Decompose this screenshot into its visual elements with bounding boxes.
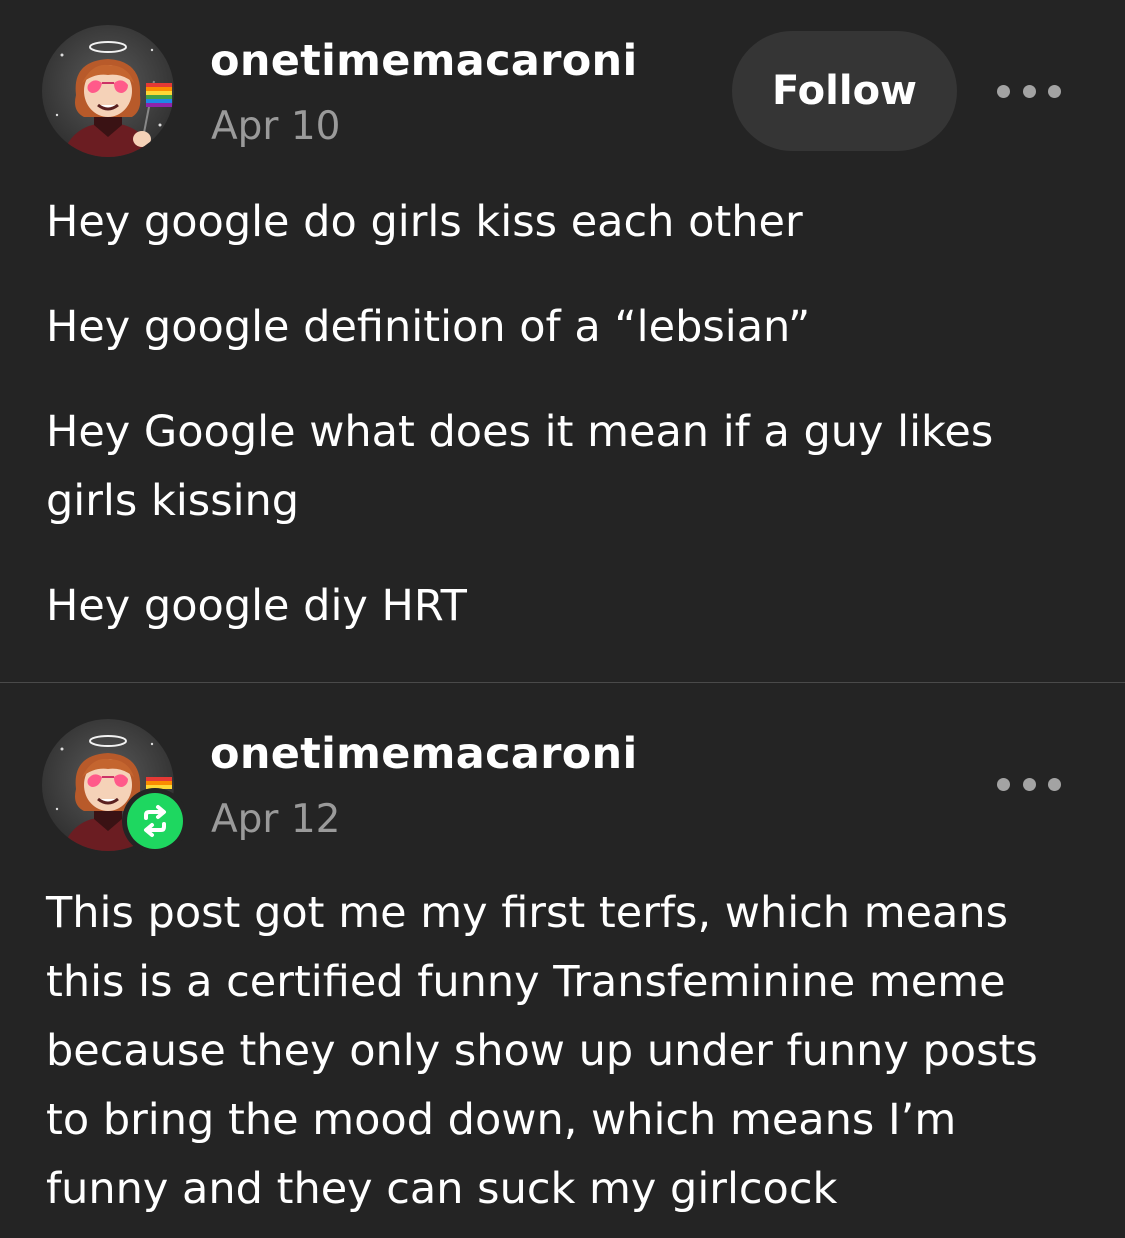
- username[interactable]: onetimemacaroni: [210, 36, 638, 86]
- more-options-icon[interactable]: [997, 79, 1061, 103]
- post-paragraph: Hey google diy HRT: [46, 581, 467, 631]
- more-options-icon[interactable]: [997, 772, 1061, 796]
- reblog-badge: [122, 788, 188, 854]
- post-reblog: onetimemacaroni Apr 12 This post got me …: [0, 683, 1125, 1238]
- post-paragraph: Hey google definition of a “lebsian”: [46, 302, 811, 352]
- post-paragraph: This post got me my first terfs, which m…: [46, 888, 1038, 1214]
- post-paragraph: Hey Google what does it mean if a guy li…: [46, 407, 994, 526]
- post-date: Apr 10: [211, 104, 341, 149]
- avatar[interactable]: [42, 25, 174, 157]
- post-date: Apr 12: [211, 797, 341, 842]
- post-original: onetimemacaroni Apr 10 Follow Hey google…: [0, 0, 1125, 682]
- post-paragraph: Hey google do girls kiss each other: [46, 197, 803, 247]
- reblog-icon: [127, 793, 183, 849]
- follow-button[interactable]: Follow: [732, 31, 957, 151]
- username[interactable]: onetimemacaroni: [210, 729, 638, 779]
